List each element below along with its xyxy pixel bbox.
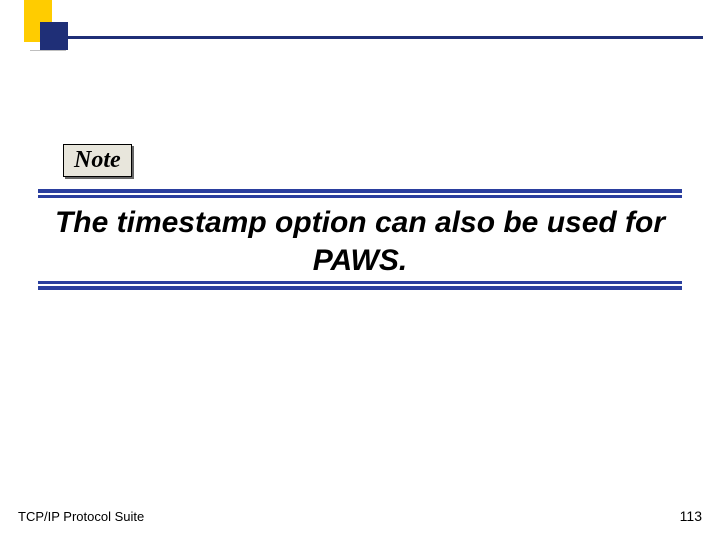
slide: Note The timestamp option can also be us… [0,0,720,540]
body-text: The timestamp option can also be used fo… [38,202,682,281]
page-number: 113 [680,508,702,524]
content-band-top-inner [38,195,682,198]
header-rule [55,36,703,39]
note-label: Note [74,147,121,173]
content-band-top-outer [38,189,682,193]
header-rule-grey [30,50,66,51]
content-band-bottom-outer [38,286,682,290]
content-band-bottom-inner [38,281,682,284]
note-label-box: Note [63,144,132,177]
footer-left: TCP/IP Protocol Suite [18,509,144,524]
